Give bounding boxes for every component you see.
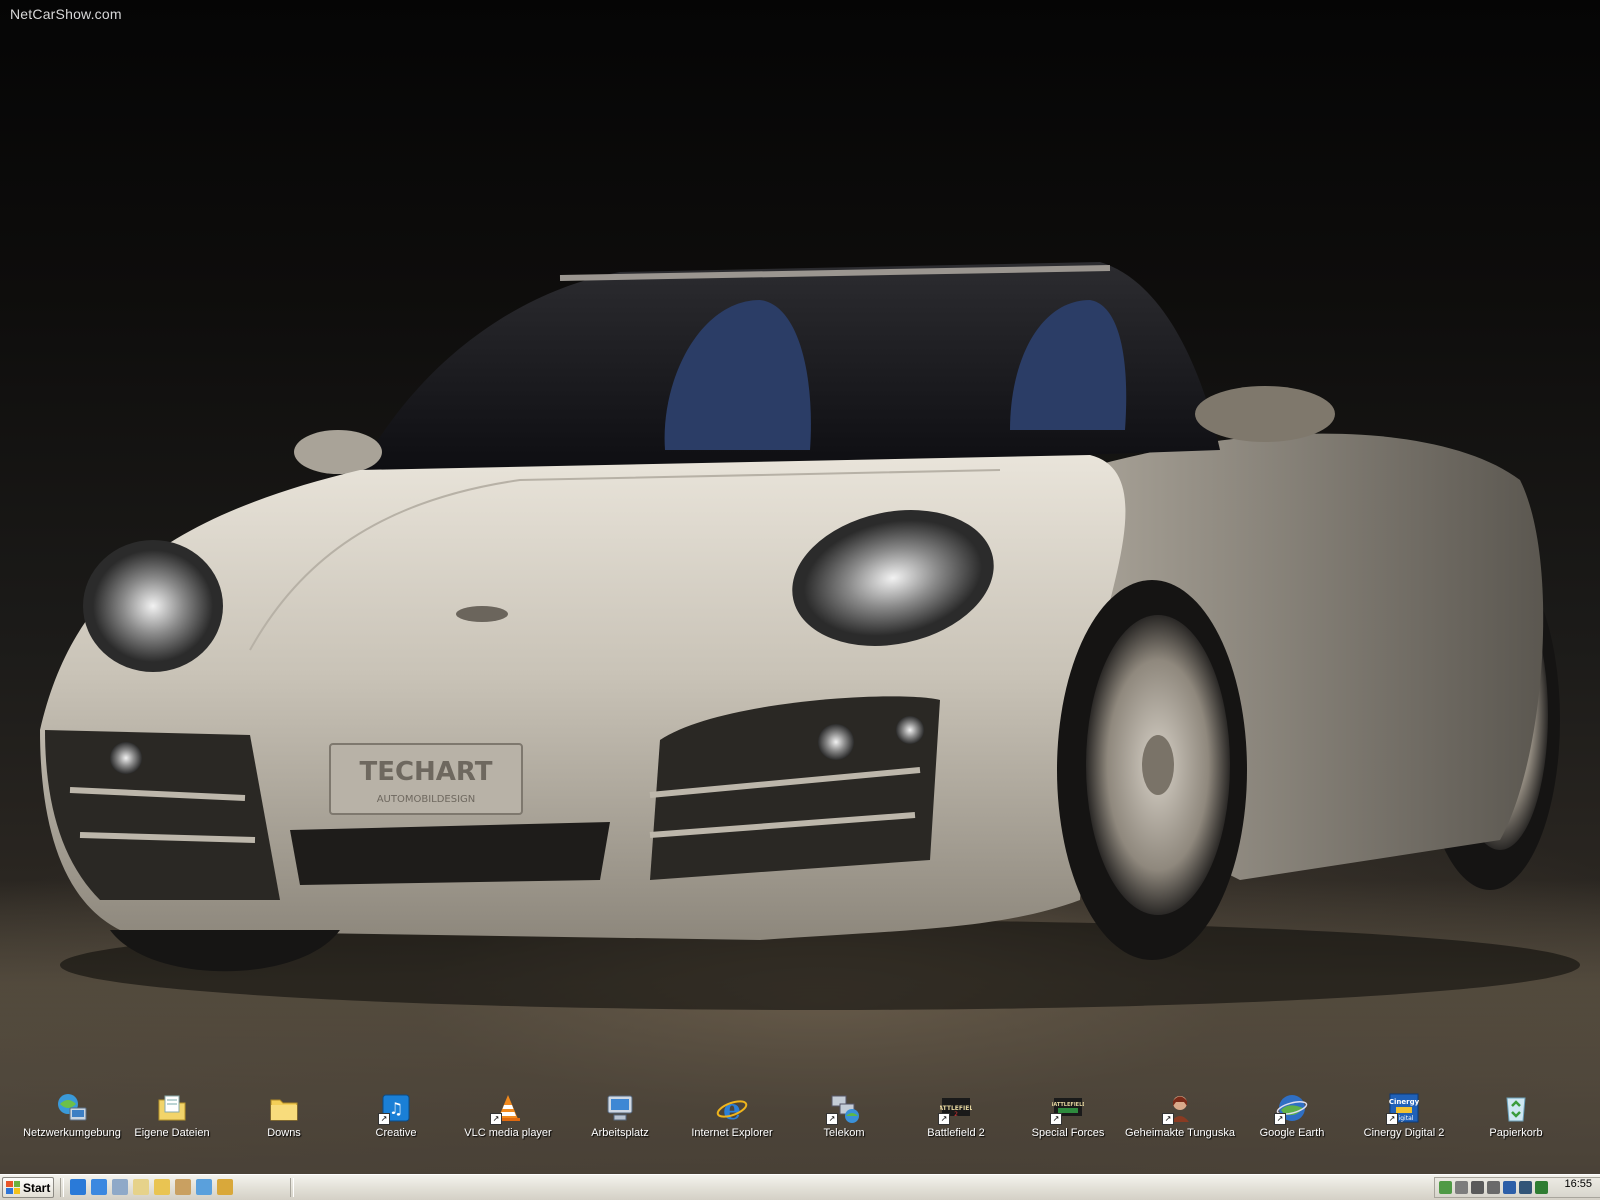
creative-app-icon: ♫ ↗ <box>378 1092 412 1125</box>
desktop-icon-label: Internet Explorer <box>691 1127 773 1139</box>
shortcut-arrow-icon: ↗ <box>1162 1113 1174 1125</box>
volume-tray-icon[interactable] <box>1471 1181 1484 1194</box>
start-button[interactable]: Start <box>2 1177 54 1198</box>
desktop-icon-label: Creative <box>375 1127 417 1139</box>
notepad-quicklaunch-icon[interactable] <box>112 1179 128 1195</box>
cpu-tray-icon[interactable] <box>1535 1181 1548 1194</box>
center-grille <box>290 822 610 885</box>
my-computer-icon <box>604 1092 636 1124</box>
desktop-wallpaper: NetCarShow.com TECHART AUTOMOBILDESIGN <box>0 0 1600 1174</box>
desktop-icon-special-forces[interactable]: BATTLEFIELD ↗ Special Forces <box>1012 1092 1124 1140</box>
svg-text:BATTLEFIELD: BATTLEFIELD <box>1052 1102 1084 1108</box>
vlc-cone-icon: ↗ <box>490 1092 524 1125</box>
desktop-icon-label: Netzwerkumgebung <box>23 1127 121 1139</box>
desktop-icon-label: Special Forces <box>1031 1127 1105 1139</box>
desktop-icon-label: Papierkorb <box>1489 1127 1543 1139</box>
left-fog-lamp <box>110 742 142 774</box>
start-label: Start <box>23 1180 51 1195</box>
front-hub <box>1142 735 1174 795</box>
ie-alt-quicklaunch-icon[interactable] <box>91 1179 107 1195</box>
folder-icon <box>268 1092 300 1124</box>
taskbar-separator <box>290 1178 294 1197</box>
desktop-icon-arbeitsplatz[interactable]: Arbeitsplatz <box>564 1092 676 1140</box>
desktop-icon-vlc-media-player[interactable]: ↗ VLC media player <box>452 1092 564 1140</box>
messenger-quicklaunch-icon[interactable] <box>196 1179 212 1195</box>
right-mirror <box>1195 386 1335 442</box>
shortcut-arrow-icon: ↗ <box>826 1113 838 1125</box>
battlefield-special-forces-icon: BATTLEFIELD ↗ <box>1050 1092 1086 1125</box>
hood-badge <box>456 606 508 622</box>
svg-text:2: 2 <box>954 1111 958 1118</box>
desktop-icon-cinergy-digital-2[interactable]: Cinergy igital ↗ Cinergy Digital 2 <box>1348 1092 1460 1140</box>
brush-quicklaunch-icon[interactable] <box>175 1179 191 1195</box>
svg-text:igital: igital <box>1399 1115 1414 1122</box>
internet-explorer-icon: e <box>716 1092 748 1126</box>
telekom-network-icon: ↗ <box>826 1092 860 1125</box>
shortcut-arrow-icon: ↗ <box>378 1113 390 1125</box>
recycle-bin-icon <box>1500 1092 1532 1124</box>
right-fog-lamp <box>818 724 854 760</box>
ie-quicklaunch-icon[interactable] <box>70 1179 86 1195</box>
desktop-icon-label: Cinergy Digital 2 <box>1363 1127 1445 1139</box>
folder-quicklaunch-icon[interactable] <box>154 1179 170 1195</box>
desktop-icon-google-earth[interactable]: ↗ Google Earth <box>1236 1092 1348 1140</box>
desktop-icon-label: Arbeitsplatz <box>591 1127 649 1139</box>
desktop-icon-label: Downs <box>267 1127 301 1139</box>
desktop-icon-row: Netzwerkumgebung Eigene Dateien Downs ♫ ↗ Cre… <box>0 1092 1600 1152</box>
display-tray-icon[interactable] <box>1519 1181 1532 1194</box>
desktop-icon-label: Battlefield 2 <box>927 1127 985 1139</box>
desktop-icon-label: Telekom <box>823 1127 865 1139</box>
left-mirror <box>294 430 382 474</box>
plate-text: TECHART <box>359 757 492 787</box>
desktop-icon-netzwerkumgebung[interactable]: Netzwerkumgebung <box>16 1092 128 1140</box>
svg-text:Cinergy: Cinergy <box>1389 1098 1420 1106</box>
shortcut-arrow-icon: ↗ <box>1274 1113 1286 1125</box>
shortcut-arrow-icon: ↗ <box>1050 1113 1062 1125</box>
network-tray-icon[interactable] <box>1439 1181 1452 1194</box>
desktop-icon-label: Google Earth <box>1259 1127 1325 1139</box>
windows-logo-icon <box>6 1181 20 1194</box>
show-desktop-icon[interactable] <box>133 1179 149 1195</box>
network-places-icon <box>56 1092 88 1124</box>
shortcut-arrow-icon: ↗ <box>938 1113 950 1125</box>
desktop-icon-creative[interactable]: ♫ ↗ Creative <box>340 1092 452 1140</box>
right-fog-lamp-2 <box>896 716 924 744</box>
taskbar-separator <box>60 1178 64 1197</box>
quick-launch-bar <box>70 1179 233 1195</box>
clock[interactable]: 16:55 <box>1564 1178 1592 1190</box>
car-illustration: TECHART AUTOMOBILDESIGN <box>40 262 1580 1010</box>
desktop-icon-papierkorb[interactable]: Papierkorb <box>1460 1092 1572 1140</box>
cinergy-tv-icon: Cinergy igital ↗ <box>1386 1092 1420 1125</box>
tray-icons <box>1439 1181 1548 1194</box>
left-headlight <box>93 550 213 662</box>
desktop-icon-label: VLC media player <box>464 1127 552 1139</box>
desktop-icon-geheimakte-tunguska[interactable]: ↗ Geheimakte Tunguska <box>1124 1092 1236 1140</box>
desktop-icon-label: Geheimakte Tunguska <box>1124 1127 1236 1139</box>
shortcut-arrow-icon: ↗ <box>1386 1113 1398 1125</box>
connection-tray-icon[interactable] <box>1487 1181 1500 1194</box>
my-documents-icon <box>156 1092 188 1124</box>
taskbar: Start 16:55 <box>0 1174 1600 1200</box>
game-character-icon: ↗ <box>1162 1092 1196 1125</box>
desktop-icon-internet-explorer[interactable]: e Internet Explorer <box>676 1092 788 1140</box>
svg-text:e: e <box>723 1093 741 1124</box>
shortcut-arrow-icon: ↗ <box>490 1113 502 1125</box>
desktop-icon-eigene-dateien[interactable]: Eigene Dateien <box>116 1092 228 1140</box>
media-quicklaunch-icon[interactable] <box>217 1179 233 1195</box>
desktop-icon-battlefield-2[interactable]: BATTLEFIELD2↗Battlefield 2 <box>900 1092 1012 1140</box>
svg-text:♫: ♫ <box>389 1099 403 1118</box>
left-intake <box>45 730 280 900</box>
desktop-icon-telekom[interactable]: ↗ Telekom <box>788 1092 900 1140</box>
google-earth-icon: ↗ <box>1274 1092 1308 1125</box>
globe-tray-icon[interactable] <box>1503 1181 1516 1194</box>
antivirus-tray-icon[interactable] <box>1455 1181 1468 1194</box>
desktop-icon-label: Eigene Dateien <box>134 1127 210 1139</box>
desktop-icon-downs[interactable]: Downs <box>228 1092 340 1140</box>
battlefield-icon: BATTLEFIELD2↗ <box>934 1092 978 1125</box>
plate-subtext: AUTOMOBILDESIGN <box>377 794 476 805</box>
